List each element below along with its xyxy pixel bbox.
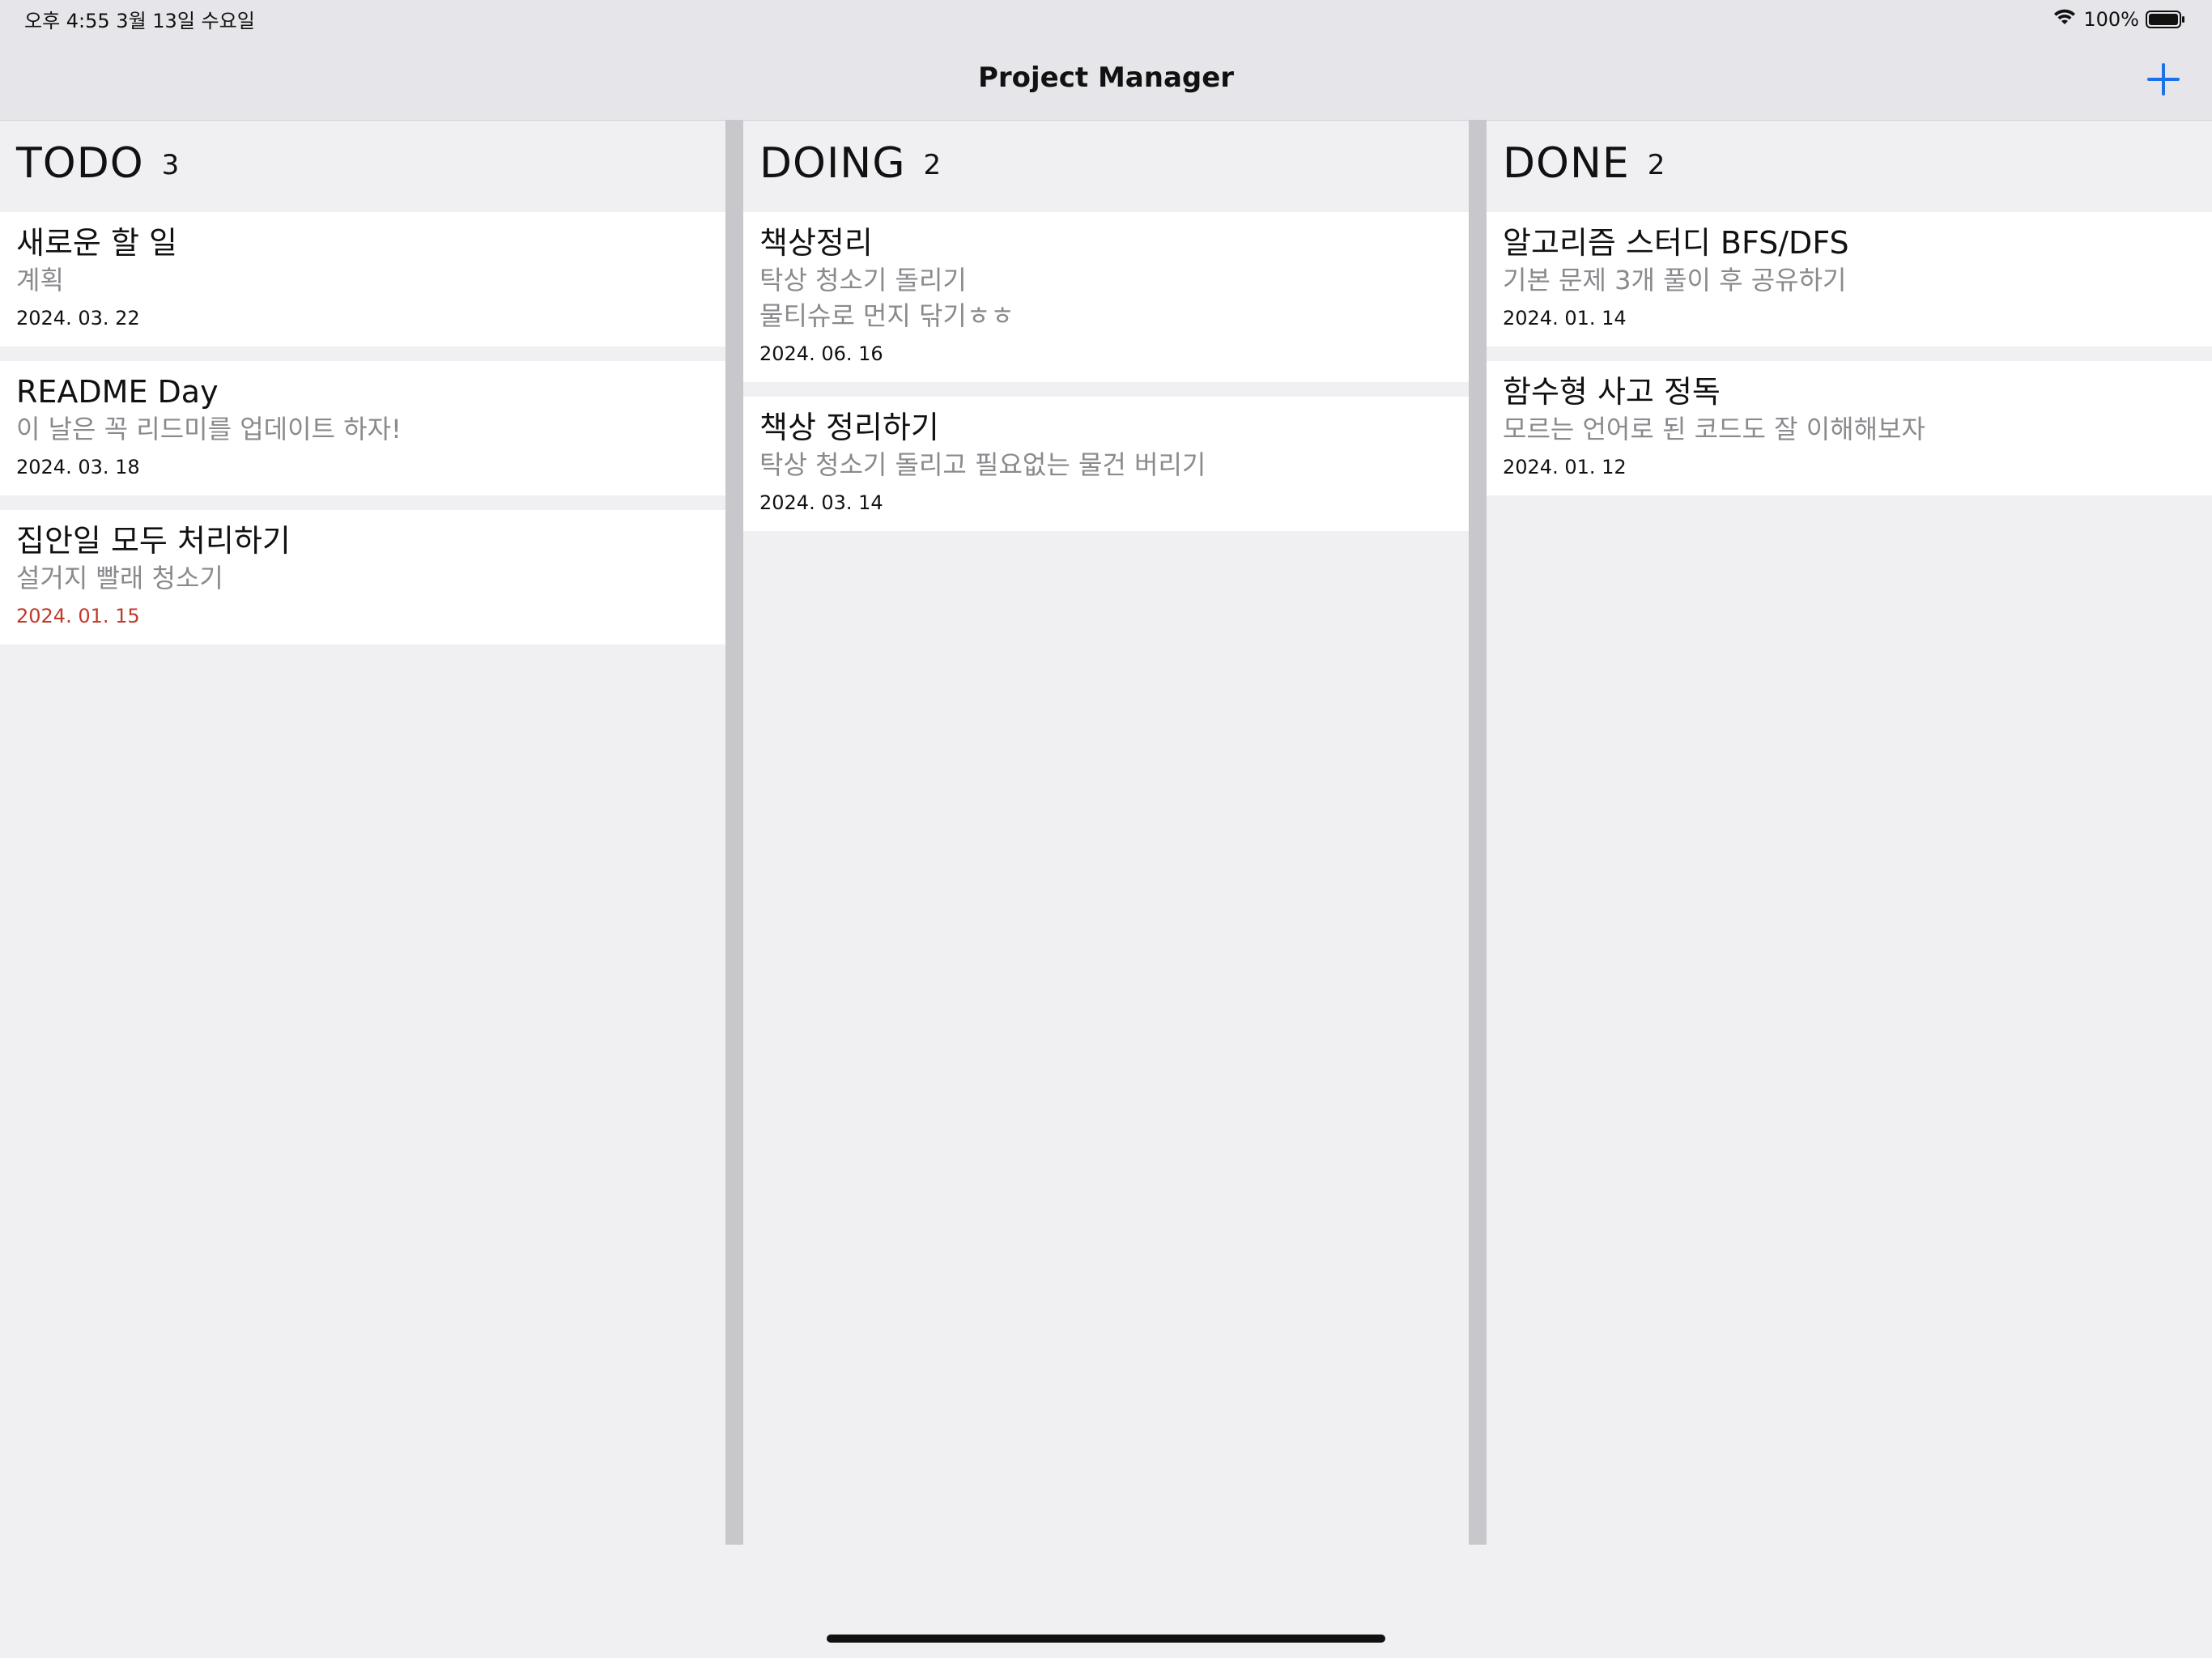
card-body: 설거지 빨래 청소기 xyxy=(16,563,223,593)
navigation-bar: Project Manager xyxy=(0,39,2212,121)
card-body: 모르는 언어로 된 코드도 잘 이해해보자 xyxy=(1503,414,1925,444)
card-date: 2024. 06. 16 xyxy=(759,342,883,365)
card-date: 2024. 03. 14 xyxy=(759,491,883,514)
column-count: 2 xyxy=(923,149,942,181)
column-header: TODO 3 xyxy=(0,120,725,212)
card-date: 2024. 01. 14 xyxy=(1503,307,1627,329)
wifi-icon xyxy=(2052,8,2077,31)
battery-icon xyxy=(2146,11,2184,28)
column-count: 2 xyxy=(1647,149,1665,181)
column-header: DONE 2 xyxy=(1487,120,2212,212)
page-title: Project Manager xyxy=(977,62,1235,94)
plus-icon xyxy=(2147,63,2180,96)
column-divider xyxy=(1469,120,1487,1545)
column-done[interactable]: DONE 2 알고리즘 스터디 BFS/DFS 기본 문제 3개 풀이 후 공유… xyxy=(1487,120,2212,1545)
card-date: 2024. 03. 18 xyxy=(16,456,140,478)
card-title: 책상 정리하기 xyxy=(759,410,939,445)
add-button[interactable] xyxy=(2142,58,2184,100)
card-title: 집안일 모두 처리하기 xyxy=(16,523,291,559)
card-body: 기본 문제 3개 풀이 후 공유하기 xyxy=(1503,265,1847,295)
task-card[interactable]: 알고리즘 스터디 BFS/DFS 기본 문제 3개 풀이 후 공유하기 2024… xyxy=(1487,212,2212,346)
task-card[interactable]: README Day 이 날은 꼭 리드미를 업데이트 하자! 2024. 03… xyxy=(0,361,725,495)
task-card[interactable]: 함수형 사고 정독 모르는 언어로 된 코드도 잘 이해해보자 2024. 01… xyxy=(1487,361,2212,495)
column-divider xyxy=(725,120,743,1545)
card-body: 이 날은 꼭 리드미를 업데이트 하자! xyxy=(16,414,402,444)
task-card[interactable]: 새로운 할 일 계획 2024. 03. 22 xyxy=(0,212,725,346)
home-indicator[interactable] xyxy=(827,1635,1385,1643)
card-title: 알고리즘 스터디 BFS/DFS xyxy=(1503,225,1849,261)
column-title: DOING xyxy=(759,139,906,188)
task-card[interactable]: 책상 정리하기 탁상 청소기 돌리고 필요없는 물건 버리기 2024. 03.… xyxy=(743,397,1469,531)
column-count: 3 xyxy=(161,149,180,181)
card-date: 2024. 01. 12 xyxy=(1503,456,1627,478)
battery-percentage: 100% xyxy=(2083,8,2139,31)
column-title: DONE xyxy=(1503,139,1630,188)
status-indicators: 100% xyxy=(2052,5,2184,34)
task-card[interactable]: 책상정리 탁상 청소기 돌리기 물티슈로 먼지 닦기ㅎㅎ 2024. 06. 1… xyxy=(743,212,1469,382)
card-body: 탁상 청소기 돌리기 물티슈로 먼지 닦기ㅎㅎ xyxy=(759,265,1015,331)
card-date: 2024. 03. 22 xyxy=(16,307,140,329)
status-bar: 오후 4:55 3월 13일 수요일 100% xyxy=(0,0,2212,39)
kanban-board: TODO 3 새로운 할 일 계획 2024. 03. 22 README Da… xyxy=(0,120,2212,1545)
card-title: 새로운 할 일 xyxy=(16,225,177,261)
card-title: 책상정리 xyxy=(759,225,873,261)
card-body: 계획 xyxy=(16,265,64,295)
column-title: TODO xyxy=(16,139,144,188)
column-todo[interactable]: TODO 3 새로운 할 일 계획 2024. 03. 22 README Da… xyxy=(0,120,725,1545)
card-body: 탁상 청소기 돌리고 필요없는 물건 버리기 xyxy=(759,449,1206,480)
task-card[interactable]: 집안일 모두 처리하기 설거지 빨래 청소기 2024. 01. 15 xyxy=(0,510,725,644)
column-doing[interactable]: DOING 2 책상정리 탁상 청소기 돌리기 물티슈로 먼지 닦기ㅎㅎ 202… xyxy=(743,120,1469,1545)
card-title: README Day xyxy=(16,374,219,410)
status-time-date: 오후 4:55 3월 13일 수요일 xyxy=(24,10,255,32)
card-title: 함수형 사고 정독 xyxy=(1503,374,1721,410)
column-header: DOING 2 xyxy=(743,120,1469,212)
card-date-overdue: 2024. 01. 15 xyxy=(16,605,140,627)
